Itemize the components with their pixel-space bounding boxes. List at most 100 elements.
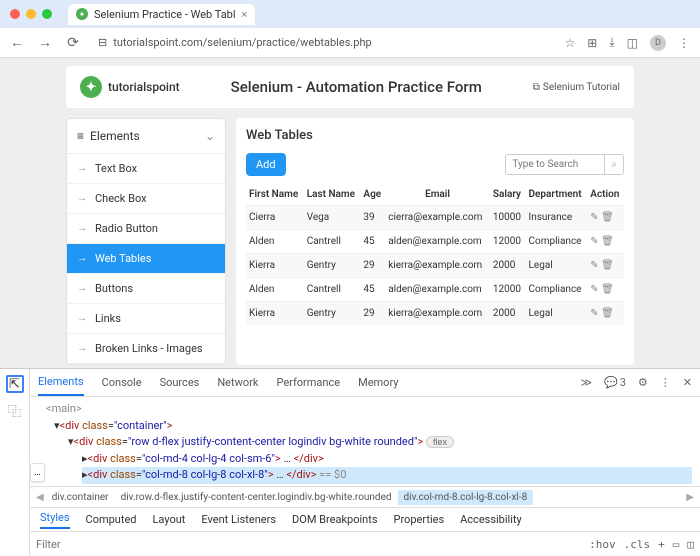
hov-toggle[interactable]: :hov — [589, 538, 616, 551]
col-salary: Salary — [490, 184, 526, 206]
panel-toggle-icon[interactable]: ◫ — [687, 538, 694, 551]
table-row: AldenCantrell45alden@example.com12000Com… — [246, 278, 624, 302]
table-row: KierraGentry29kierra@example.com2000Lega… — [246, 254, 624, 278]
dom-tree[interactable]: <main> ▾<div class="container"> ▾<div cl… — [30, 397, 700, 486]
search-input[interactable] — [505, 154, 605, 175]
delete-icon[interactable]: 🗑 — [601, 212, 614, 223]
tab-elements[interactable]: Elements — [38, 369, 84, 396]
col-last: Last Name — [304, 184, 361, 206]
back-icon[interactable]: ← — [10, 36, 24, 50]
a11y-tab[interactable]: Accessibility — [460, 513, 522, 526]
search-button[interactable]: ⌕ — [605, 154, 624, 175]
arrow-right-icon: → — [77, 163, 87, 174]
page-content: ✦ tutorialspoint Selenium - Automation P… — [0, 58, 700, 368]
panel-icon[interactable]: ◫ — [627, 36, 638, 50]
logo[interactable]: ✦ tutorialspoint — [80, 76, 180, 98]
sidebar-item-links[interactable]: →Links — [67, 304, 225, 334]
tab-memory[interactable]: Memory — [358, 370, 398, 395]
dombreak-tab[interactable]: DOM Breakpoints — [292, 513, 377, 526]
data-table: First Name Last Name Age Email Salary De… — [246, 184, 624, 325]
cls-toggle[interactable]: .cls — [624, 538, 651, 551]
sidebar-item-checkbox[interactable]: →Check Box — [67, 184, 225, 214]
crumb-left-icon[interactable]: ◀ — [34, 492, 46, 503]
tab-performance[interactable]: Performance — [276, 370, 340, 395]
listeners-tab[interactable]: Event Listeners — [201, 513, 276, 526]
edit-icon[interactable]: ✎ — [590, 308, 598, 319]
download-icon[interactable]: ⤓ — [609, 35, 614, 50]
tutorial-link[interactable]: ⧉ Selenium Tutorial — [533, 82, 620, 93]
menu-icon: ≡ — [77, 129, 84, 143]
filter-input[interactable] — [36, 538, 581, 551]
col-first: First Name — [246, 184, 304, 206]
logo-icon: ✦ — [80, 76, 102, 98]
sidebar-item-textbox[interactable]: →Text Box — [67, 154, 225, 184]
edit-icon[interactable]: ✎ — [590, 212, 598, 223]
settings-icon[interactable]: ⚙ — [638, 376, 648, 389]
issues-badge[interactable]: 💬3 — [604, 376, 626, 389]
layout-tab[interactable]: Layout — [153, 513, 186, 526]
breadcrumbs: ◀ div.container div.row.d-flex.justify-c… — [30, 486, 700, 508]
tab-network[interactable]: Network — [217, 370, 258, 395]
arrow-right-icon: → — [77, 313, 87, 324]
edit-icon[interactable]: ✎ — [590, 284, 598, 295]
main-panel: Web Tables Add ⌕ First Name Last Name Ag… — [236, 118, 634, 365]
sidebar-item-buttons[interactable]: →Buttons — [67, 274, 225, 304]
styles-tab[interactable]: Styles — [40, 511, 70, 529]
table-row: AldenCantrell45alden@example.com12000Com… — [246, 230, 624, 254]
device-icon[interactable]: ⿻ — [6, 401, 24, 419]
tab-title: Selenium Practice - Web Tabl — [94, 8, 236, 21]
crumb-right-icon[interactable]: ▶ — [684, 492, 696, 503]
devtools: ⇱ ⿻ Elements Console Sources Network Per… — [0, 368, 700, 556]
page-title: Selenium - Automation Practice Form — [231, 78, 482, 96]
computed-tab[interactable]: Computed — [86, 513, 137, 526]
star-icon[interactable]: ☆ — [565, 36, 576, 50]
crumb[interactable]: div.row.d-flex.justify-content-center.lo… — [115, 490, 398, 505]
edit-icon[interactable]: ✎ — [590, 260, 598, 271]
crumb-selected[interactable]: div.col-md-8.col-lg-8.col-xl-8 — [398, 490, 534, 505]
close-window-icon[interactable] — [10, 9, 20, 19]
sidebar-item-radio[interactable]: →Radio Button — [67, 214, 225, 244]
extensions-icon[interactable]: ⊞ — [587, 36, 597, 50]
menu-icon[interactable]: ⋮ — [678, 36, 690, 50]
page-header: ✦ tutorialspoint Selenium - Automation P… — [66, 66, 634, 108]
sidebar-item-webtables[interactable]: →Web Tables — [67, 244, 225, 274]
edit-icon[interactable]: ✎ — [590, 236, 598, 247]
more-tabs-icon[interactable]: ≫ — [581, 376, 593, 389]
favicon-icon: ✦ — [76, 8, 88, 20]
props-tab[interactable]: Properties — [394, 513, 445, 526]
profile-icon[interactable]: D — [650, 35, 666, 51]
delete-icon[interactable]: 🗑 — [601, 260, 614, 271]
tab-console[interactable]: Console — [102, 370, 142, 395]
logo-text: tutorialspoint — [108, 80, 180, 94]
crumb[interactable]: div.container — [46, 490, 115, 505]
sidebar: ≡Elements ⌄ →Text Box →Check Box →Radio … — [66, 118, 226, 365]
close-icon[interactable]: ✕ — [683, 376, 692, 389]
arrow-right-icon: → — [77, 283, 87, 294]
close-tab-icon[interactable]: × — [242, 8, 248, 21]
delete-icon[interactable]: 🗑 — [601, 236, 614, 247]
forward-icon[interactable]: → — [38, 36, 52, 50]
inspect-icon[interactable]: ⇱ — [6, 375, 24, 393]
add-button[interactable]: Add — [246, 153, 286, 176]
minimize-window-icon[interactable] — [26, 9, 36, 19]
layout-icon[interactable]: ▭ — [673, 538, 680, 551]
style-tabs: Styles Computed Layout Event Listeners D… — [30, 508, 700, 532]
arrow-right-icon: → — [77, 253, 87, 264]
search-icon: ⌕ — [611, 159, 617, 170]
site-info-icon[interactable]: ⊟ — [98, 36, 107, 49]
delete-icon[interactable]: 🗑 — [601, 308, 614, 319]
kebab-icon[interactable]: ⋮ — [660, 376, 671, 389]
sidebar-header[interactable]: ≡Elements ⌄ — [67, 119, 225, 154]
devtools-tabs: Elements Console Sources Network Perform… — [30, 369, 700, 397]
col-dept: Department — [526, 184, 588, 206]
maximize-window-icon[interactable] — [42, 9, 52, 19]
sidebar-item-broken[interactable]: →Broken Links - Images — [67, 334, 225, 364]
browser-tab[interactable]: ✦ Selenium Practice - Web Tabl × — [68, 4, 255, 25]
url-bar[interactable]: ⊟ tutorialspoint.com/selenium/practice/w… — [94, 32, 551, 53]
new-style-icon[interactable]: + — [658, 538, 665, 551]
delete-icon[interactable]: 🗑 — [601, 284, 614, 295]
reload-icon[interactable]: ⟳ — [66, 36, 80, 50]
external-link-icon: ⧉ — [533, 82, 540, 93]
tab-sources[interactable]: Sources — [160, 370, 200, 395]
overlay-menu[interactable]: … — [30, 463, 45, 482]
